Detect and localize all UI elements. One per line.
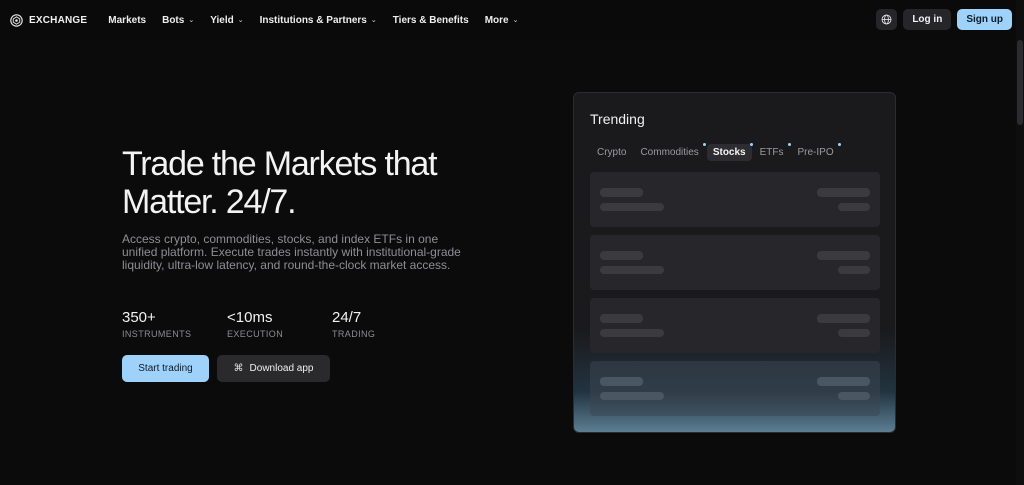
skeleton-change <box>838 266 870 274</box>
menu-item-institutions[interactable]: Institutions & Partners ⌄ <box>260 15 377 26</box>
menu-item-label: Markets <box>108 14 147 26</box>
list-item[interactable] <box>590 172 880 227</box>
language-button[interactable] <box>876 9 898 30</box>
command-icon: ⌘ <box>233 363 244 374</box>
stats-row: 350+ INSTRUMENTS <10ms EXECUTION 24/7 TR… <box>122 309 437 339</box>
stat-execution: <10ms EXECUTION <box>227 309 332 339</box>
tab-etfs[interactable]: ETFs <box>754 143 791 161</box>
skeleton-title <box>600 188 643 197</box>
menu-item-more[interactable]: More ⌄ <box>485 15 519 26</box>
list-item[interactable] <box>590 298 880 353</box>
menu-item-bots[interactable]: Bots ⌄ <box>162 15 194 26</box>
menu-item-yield[interactable]: Yield ⌄ <box>210 15 243 26</box>
tab-stocks[interactable]: Stocks <box>706 143 753 161</box>
tab-label: Commodities <box>640 147 699 158</box>
skeleton-title <box>600 377 643 386</box>
new-indicator-dot <box>702 143 706 146</box>
globe-icon <box>881 14 892 25</box>
main-menu: Markets Bots ⌄ Yield ⌄ Institutions & Pa… <box>108 15 534 26</box>
menu-item-markets[interactable]: Markets <box>108 15 146 26</box>
stat-value: 24/7 <box>332 309 362 326</box>
menu-item-tiers[interactable]: Tiers & Benefits <box>393 15 469 26</box>
stat-instruments: 350+ INSTRUMENTS <box>122 309 227 339</box>
stat-label: EXECUTION <box>227 329 284 339</box>
page-scrollbar[interactable] <box>1016 0 1024 485</box>
skeleton-subtitle <box>600 329 664 337</box>
new-indicator-dot <box>837 143 841 146</box>
download-app-label: Download app <box>249 363 314 374</box>
start-trading-button[interactable]: Start trading <box>122 355 209 382</box>
skeleton-subtitle <box>600 203 664 211</box>
stat-label: INSTRUMENTS <box>122 329 192 339</box>
hero-actions: Start trading ⌘ Download app <box>122 355 330 382</box>
list-item[interactable] <box>590 235 880 290</box>
tab-commodities[interactable]: Commodities <box>634 143 706 161</box>
tab-label: ETFs <box>759 147 784 158</box>
skeleton-change <box>838 203 870 211</box>
menu-item-label: Institutions & Partners <box>259 14 367 26</box>
chevron-down-icon: ⌄ <box>370 17 377 24</box>
nav-actions: Log in Sign up <box>876 9 1012 30</box>
skeleton-change <box>838 392 870 400</box>
menu-item-label: More <box>484 14 509 26</box>
trending-title: Trending <box>590 111 645 127</box>
skeleton-price <box>817 314 870 323</box>
new-indicator-dot <box>787 143 791 146</box>
skeleton-subtitle <box>600 392 664 400</box>
stat-value: 350+ <box>122 309 156 326</box>
stat-trading: 24/7 TRADING <box>332 309 437 339</box>
menu-item-label: Yield <box>210 14 234 26</box>
trending-card: Trending Crypto Commodities Stocks ETFs … <box>573 92 896 433</box>
tab-pre-ipo[interactable]: Pre-IPO <box>792 143 841 161</box>
tab-label: Crypto <box>597 147 627 158</box>
menu-item-label: Bots <box>162 14 185 26</box>
stat-label: TRADING <box>332 329 376 339</box>
hero-description: Access crypto, commodities, stocks, and … <box>122 232 461 272</box>
tab-label: Stocks <box>712 147 746 158</box>
scrollbar-thumb[interactable] <box>1017 40 1023 125</box>
new-indicator-dot <box>749 143 753 146</box>
exchange-logo-icon <box>10 13 23 27</box>
skeleton-change <box>838 329 870 337</box>
list-item[interactable] <box>590 361 880 416</box>
brand-logo[interactable]: EXCHANGE <box>10 13 88 27</box>
top-navbar: EXCHANGE Markets Bots ⌄ Yield ⌄ Institut… <box>0 0 1016 40</box>
download-app-button[interactable]: ⌘ Download app <box>217 355 330 382</box>
trending-tabs: Crypto Commodities Stocks ETFs Pre-IPO <box>591 143 842 161</box>
skeleton-subtitle <box>600 266 664 274</box>
skeleton-title <box>600 251 643 260</box>
chevron-down-icon: ⌄ <box>237 17 244 24</box>
chevron-down-icon: ⌄ <box>512 17 519 24</box>
skeleton-price <box>817 188 870 197</box>
menu-item-label: Tiers & Benefits <box>392 14 469 26</box>
signup-button[interactable]: Sign up <box>957 9 1012 30</box>
trending-list <box>590 172 880 424</box>
skeleton-title <box>600 314 643 323</box>
chevron-down-icon: ⌄ <box>188 17 195 24</box>
hero-title: Trade the Markets that Matter. 24/7. <box>122 145 438 221</box>
brand-name: EXCHANGE <box>29 14 88 26</box>
tab-label: Pre-IPO <box>797 147 834 158</box>
tab-crypto[interactable]: Crypto <box>591 144 632 161</box>
skeleton-price <box>817 377 870 386</box>
stat-value: <10ms <box>227 309 273 326</box>
login-button[interactable]: Log in <box>903 9 952 30</box>
skeleton-price <box>817 251 870 260</box>
